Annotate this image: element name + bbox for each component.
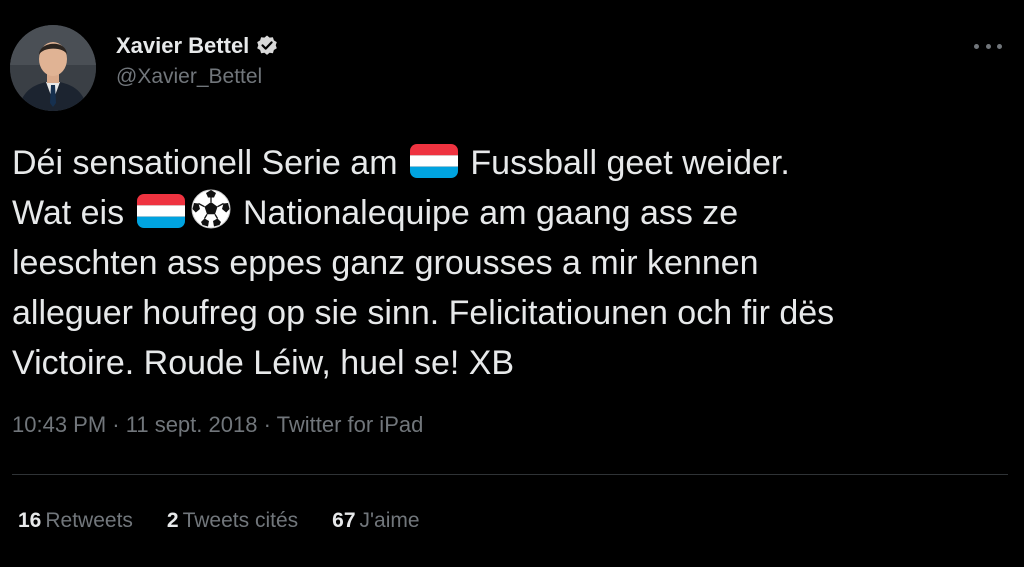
author-handle[interactable]: @Xavier_Bettel xyxy=(116,65,279,89)
flag-luxembourg-icon xyxy=(136,192,186,244)
soccer-ball-icon xyxy=(190,188,232,244)
divider xyxy=(12,474,1008,475)
dot-icon xyxy=(974,43,979,49)
tweet-author: Xavier Bettel @Xavier_Bettel xyxy=(116,30,279,89)
retweets-label: Retweets xyxy=(45,509,133,532)
more-options-icon[interactable] xyxy=(974,36,1002,56)
likes-label: J'aime xyxy=(359,509,420,532)
avatar[interactable] xyxy=(10,25,96,111)
retweets-count: 16 xyxy=(18,509,42,532)
quote-tweets-count: 2 xyxy=(166,509,179,532)
tweet-text-segment: leeschten ass eppes ganz grousses a mir … xyxy=(12,244,759,282)
tweet-text-segment: Wat eis xyxy=(12,194,134,232)
tweet-text-line: Wat eis Nationalequipe am gaang ass ze xyxy=(12,188,1012,238)
tweet-card: Xavier Bettel @Xavier_Bettel Déi sensati… xyxy=(0,0,1024,567)
tweet-text-line: leeschten ass eppes ganz grousses a mir … xyxy=(12,238,1012,288)
tweet-stats: 16 Retweets 2 Tweets cités 67 J'aime xyxy=(18,509,454,533)
tweet-text: Déi sensationell Serie am Fussball geet … xyxy=(12,138,1012,388)
author-name-row: Xavier Bettel xyxy=(116,30,279,62)
verified-badge-icon xyxy=(255,34,279,58)
flag-luxembourg-icon xyxy=(409,142,459,194)
tweet-meta: 10:43 PM · 11 sept. 2018 · Twitter for i… xyxy=(12,412,423,438)
tweet-time[interactable]: 10:43 PM xyxy=(12,412,106,437)
retweets-stat[interactable]: 16 Retweets xyxy=(18,509,133,533)
dot-icon xyxy=(985,43,991,49)
tweet-date[interactable]: 11 sept. 2018 xyxy=(126,412,258,437)
tweet-text-segment: Victoire. Roude Léiw, huel se! XB xyxy=(12,344,515,382)
dot-icon xyxy=(997,43,1002,49)
tweet-source[interactable]: Twitter for iPad xyxy=(277,412,424,437)
quote-tweets-label: Tweets cités xyxy=(182,509,299,532)
likes-count: 67 xyxy=(332,509,356,532)
tweet-text-line: Déi sensationell Serie am Fussball geet … xyxy=(12,138,1012,188)
meta-separator: · xyxy=(112,412,120,437)
tweet-text-line: alleguer houfreg op sie sinn. Felicitati… xyxy=(12,288,1012,338)
tweet-text-segment: Nationalequipe am gaang ass ze xyxy=(233,194,739,232)
tweet-text-segment: Fussball geet weider. xyxy=(460,144,790,182)
likes-stat[interactable]: 67 J'aime xyxy=(332,509,419,533)
tweet-text-segment: Déi sensationell Serie am xyxy=(12,144,407,182)
author-display-name[interactable]: Xavier Bettel xyxy=(116,33,249,59)
tweet-text-line: Victoire. Roude Léiw, huel se! XB xyxy=(12,338,1012,388)
tweet-text-segment: alleguer houfreg op sie sinn. Felicitati… xyxy=(12,294,835,332)
meta-separator: · xyxy=(263,412,271,437)
quote-tweets-stat[interactable]: 2 Tweets cités xyxy=(167,509,298,533)
